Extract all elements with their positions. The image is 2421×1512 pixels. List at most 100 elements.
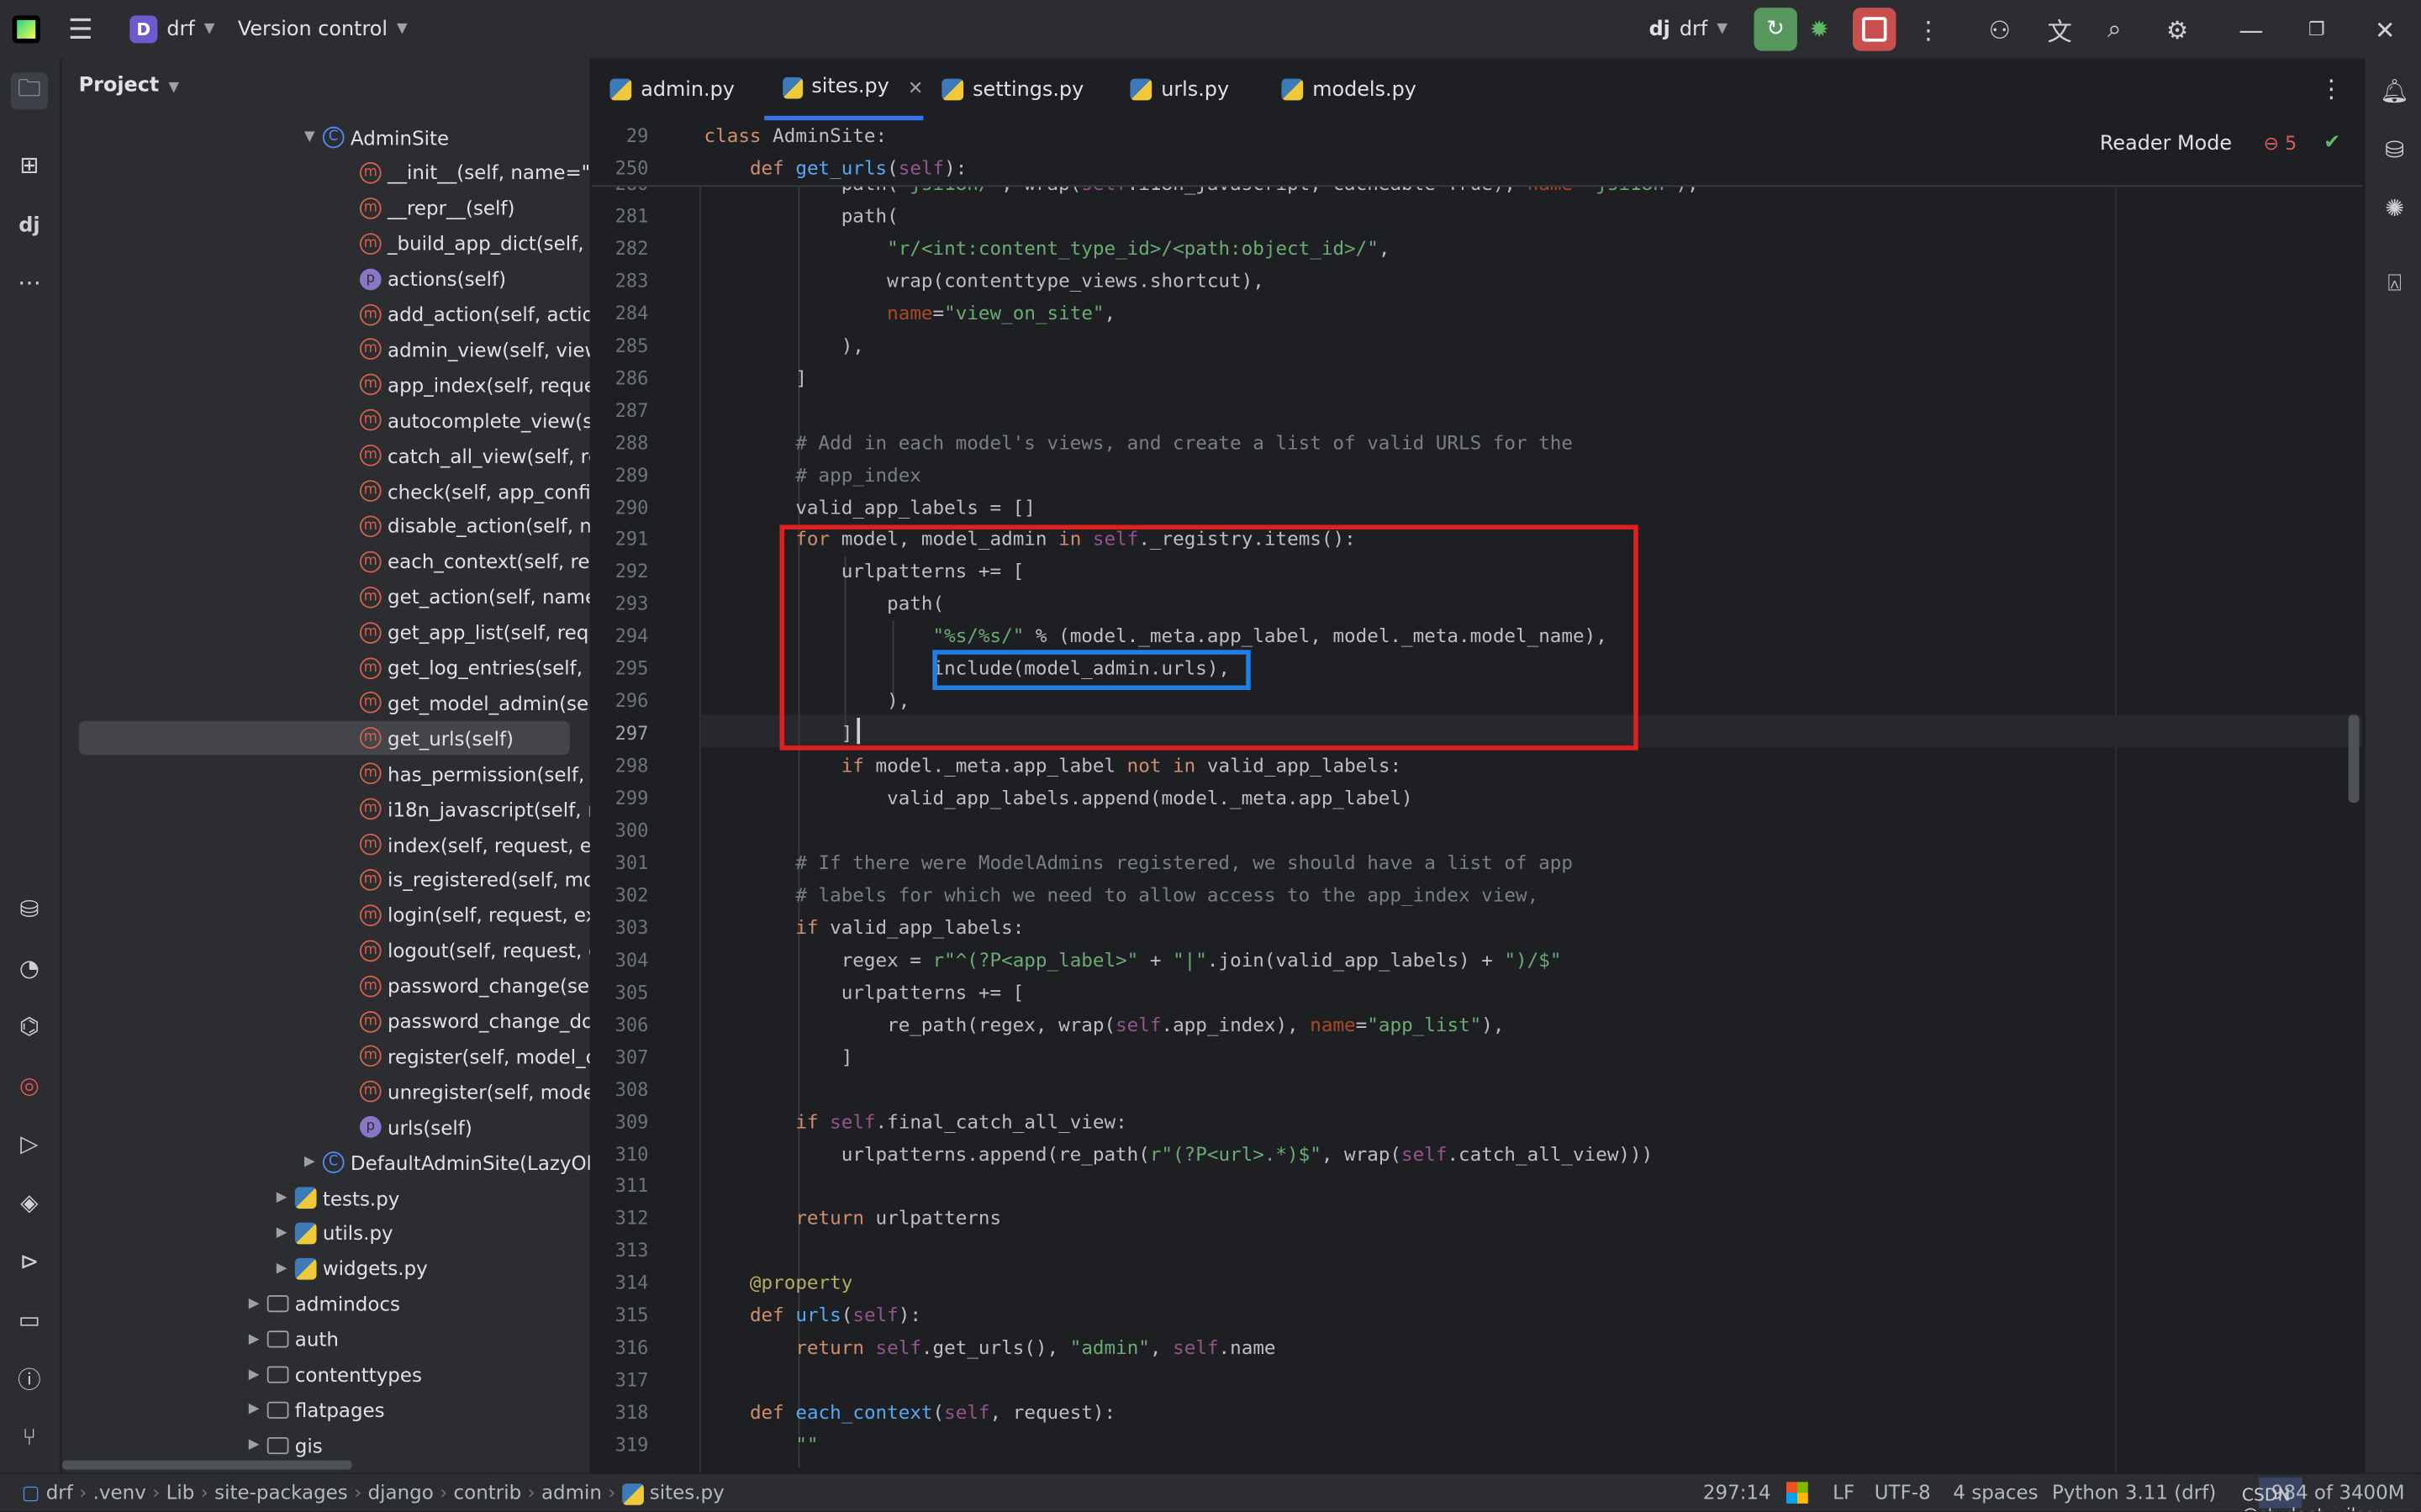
- code-line[interactable]: if model._meta.app_label not in valid_ap…: [704, 755, 1401, 777]
- line-number[interactable]: 291: [591, 529, 649, 551]
- code-line[interactable]: urlpatterns.append(re_path(r"(?P<url>.*)…: [704, 1143, 1654, 1165]
- vertical-scrollbar[interactable]: [2348, 714, 2360, 803]
- tree-item[interactable]: m has_permission(self, re: [359, 756, 590, 790]
- tree-item[interactable]: m disable_action(self, nan: [359, 509, 590, 543]
- line-number[interactable]: 287: [591, 399, 649, 421]
- tree-item[interactable]: ▶ auth: [249, 1322, 339, 1356]
- tree-item[interactable]: m password_change(self,: [359, 969, 590, 1003]
- close-icon[interactable]: ✕: [2375, 0, 2396, 59]
- code-line[interactable]: # Add in each model's views, and create …: [704, 432, 1573, 454]
- line-number[interactable]: 310: [591, 1143, 649, 1165]
- line-separator[interactable]: LF: [1833, 1480, 1854, 1504]
- line-number[interactable]: 317: [591, 1369, 649, 1391]
- code-line[interactable]: valid_app_labels = []: [704, 496, 1036, 518]
- code-line[interactable]: return urlpatterns: [704, 1208, 1001, 1230]
- code-line[interactable]: "r/<int:content_type_id>/<path:object_id…: [704, 238, 1390, 260]
- code-line[interactable]: def urls(self):: [704, 1304, 921, 1326]
- project-badge[interactable]: D: [129, 0, 158, 59]
- translate-icon[interactable]: 文: [2047, 0, 2071, 59]
- vcs-menu[interactable]: Version control ▼: [238, 0, 408, 59]
- tree-item[interactable]: ▶ admindocs: [249, 1287, 400, 1320]
- tab-urls-py[interactable]: urls.py: [1130, 59, 1229, 120]
- tree-item[interactable]: m register(self, model_or_: [359, 1040, 590, 1073]
- tree-item[interactable]: m add_action(self, action,: [359, 298, 590, 331]
- tree-item[interactable]: m __init__(self, name="ad: [359, 155, 590, 189]
- code-line[interactable]: urlpatterns += [: [704, 982, 1025, 1004]
- tree-item[interactable]: ▶ tests.py: [277, 1181, 400, 1214]
- scientific-mode-icon[interactable]: ⍓: [2376, 264, 2413, 301]
- line-number[interactable]: 281: [591, 205, 649, 227]
- line-number[interactable]: 309: [591, 1111, 649, 1133]
- tab-admin-py[interactable]: admin.py: [609, 59, 735, 120]
- ai-assistant-icon[interactable]: ✺: [2376, 190, 2413, 227]
- line-number[interactable]: 285: [591, 335, 649, 356]
- layers-icon[interactable]: ◈: [11, 1184, 48, 1221]
- line-number[interactable]: 301: [591, 852, 649, 874]
- tree-item[interactable]: m get_urls(self): [78, 721, 570, 756]
- add-user-icon[interactable]: ⚇: [1989, 0, 2011, 59]
- line-number[interactable]: 306: [591, 1014, 649, 1035]
- code-line[interactable]: ),: [704, 335, 864, 356]
- tab-models-py[interactable]: models.py: [1281, 59, 1416, 120]
- stop-button[interactable]: [1853, 8, 1896, 51]
- tree-item[interactable]: ▶ widgets.py: [277, 1251, 428, 1285]
- line-number[interactable]: 298: [591, 755, 649, 777]
- line-number[interactable]: 302: [591, 884, 649, 906]
- python-interpreter[interactable]: Python 3.11 (drf): [2052, 1480, 2216, 1504]
- debug-icon[interactable]: ✹: [1810, 0, 1829, 59]
- code-line[interactable]: wrap(contenttype_views.shortcut),: [704, 270, 1264, 292]
- line-number[interactable]: 294: [591, 625, 649, 647]
- more-tools-icon[interactable]: ⋯: [11, 264, 48, 301]
- horizontal-scrollbar[interactable]: [61, 1460, 352, 1470]
- pycharm-logo-icon[interactable]: [12, 0, 46, 59]
- close-tab-icon[interactable]: ✕: [908, 76, 923, 98]
- sticky-line-def[interactable]: def get_urls(self):: [704, 157, 967, 179]
- code-line[interactable]: return self.get_urls(), "admin", self.na…: [704, 1337, 1275, 1359]
- line-number[interactable]: 311: [591, 1176, 649, 1198]
- breadcrumb-item[interactable]: sites.py: [650, 1480, 725, 1504]
- tab-sites-py[interactable]: sites.py ✕: [764, 59, 924, 121]
- tree-item[interactable]: m is_registered(self, mode: [359, 863, 590, 897]
- tree-item[interactable]: m unregister(self, model_: [359, 1075, 590, 1109]
- tree-item[interactable]: ▶ gis: [249, 1428, 323, 1462]
- line-number[interactable]: 296: [591, 690, 649, 712]
- breadcrumb-item[interactable]: .venv: [93, 1480, 146, 1504]
- chevron-right-icon[interactable]: ▶: [277, 1225, 295, 1241]
- code-line[interactable]: ]: [704, 367, 807, 389]
- tree-item[interactable]: ▶ C DefaultAdminSite(LazyObj: [304, 1146, 590, 1179]
- line-number[interactable]: 305: [591, 982, 649, 1004]
- line-number[interactable]: 313: [591, 1241, 649, 1262]
- tree-item[interactable]: ▼ C AdminSite: [304, 120, 449, 154]
- endpoints-icon[interactable]: ◎: [11, 1067, 48, 1104]
- tree-item[interactable]: ▶ utils.py: [277, 1216, 393, 1250]
- project-panel-header[interactable]: Project ▼: [79, 74, 179, 97]
- code-line[interactable]: "": [704, 1434, 818, 1456]
- line-number[interactable]: 282: [591, 238, 649, 260]
- check-icon[interactable]: ✔: [2323, 131, 2340, 155]
- sticky-line-class[interactable]: class AdminSite:: [704, 125, 888, 147]
- line-number[interactable]: 307: [591, 1046, 649, 1068]
- line-number[interactable]: 289: [591, 464, 649, 486]
- tree-item[interactable]: m _build_app_dict(self, re: [359, 226, 590, 260]
- problems-icon[interactable]: ⓘ: [11, 1360, 48, 1397]
- line-number[interactable]: 314: [591, 1272, 649, 1294]
- database-icon[interactable]: ⛁: [11, 891, 48, 928]
- tab-settings-py[interactable]: settings.py: [942, 59, 1084, 120]
- terminal-icon[interactable]: ▭: [11, 1301, 48, 1338]
- tree-item[interactable]: m catch_all_view(self, requ: [359, 439, 590, 472]
- file-encoding[interactable]: UTF-8: [1875, 1480, 1931, 1504]
- line-number[interactable]: 308: [591, 1078, 649, 1100]
- search-icon[interactable]: ⌕: [2107, 0, 2121, 59]
- code-line[interactable]: def each_context(self, request):: [704, 1402, 1116, 1424]
- code-line[interactable]: if valid_app_labels:: [704, 917, 1024, 939]
- code-line[interactable]: valid_app_labels.append(model._meta.app_…: [704, 788, 1413, 809]
- tree-item[interactable]: m __repr__(self): [359, 191, 514, 224]
- caret-position[interactable]: 297:14: [1703, 1480, 1771, 1504]
- tree-item[interactable]: ▶ contenttypes: [249, 1357, 422, 1391]
- error-indicator[interactable]: ⊖ 5: [2264, 133, 2297, 155]
- tree-item[interactable]: m get_log_entries(self, rec: [359, 651, 590, 684]
- main-menu-icon[interactable]: ☰: [68, 0, 105, 59]
- chevron-right-icon[interactable]: ▶: [249, 1402, 267, 1417]
- tree-item[interactable]: m get_model_admin(self,: [359, 686, 590, 719]
- line-number[interactable]: 304: [591, 949, 649, 971]
